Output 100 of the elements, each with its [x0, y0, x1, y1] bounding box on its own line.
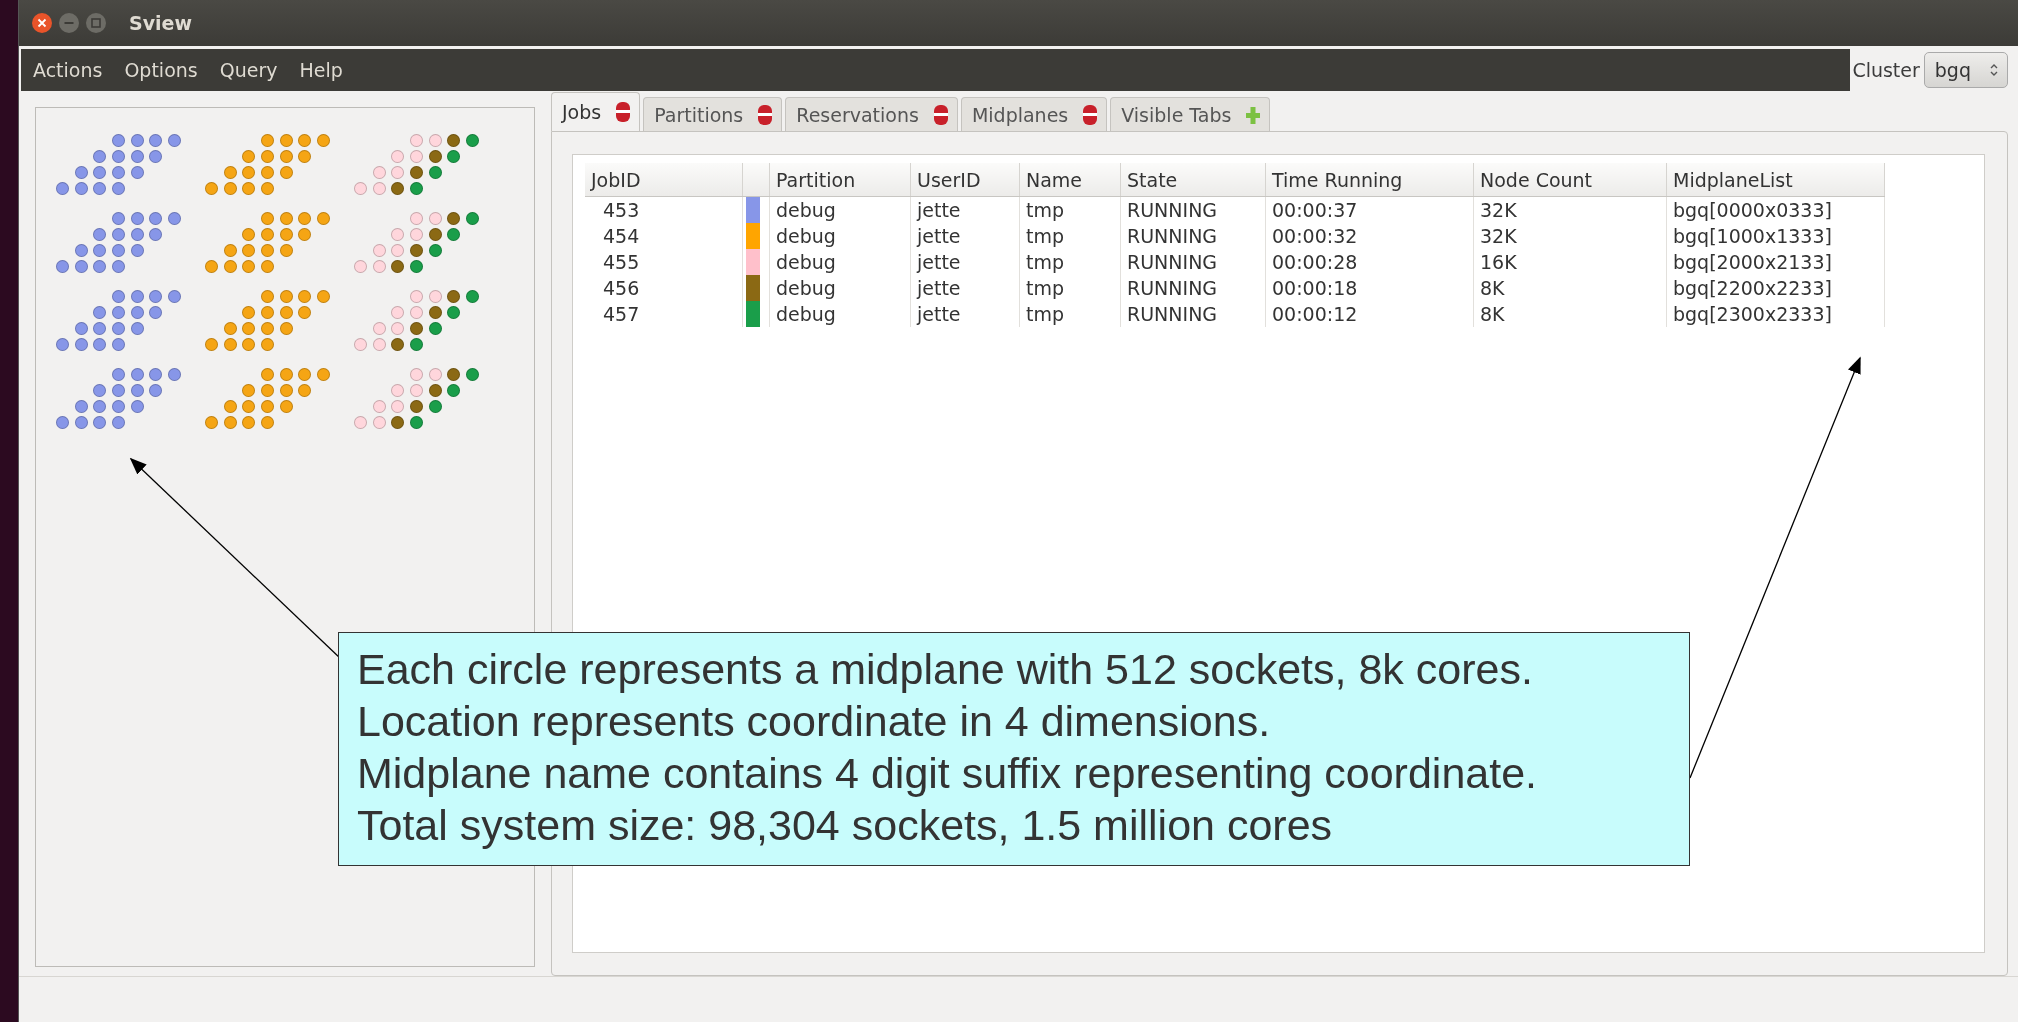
midplane-dot[interactable] [74, 260, 88, 273]
midplane-dot[interactable] [391, 384, 405, 397]
midplane-dot[interactable] [410, 384, 424, 397]
midplane-dot[interactable] [130, 166, 144, 179]
midplane-dot[interactable] [74, 416, 88, 429]
midplane-dot[interactable] [112, 416, 126, 429]
midplane-dot[interactable] [149, 306, 163, 319]
midplane-dot[interactable] [261, 338, 275, 351]
midplane-dot[interactable] [447, 212, 461, 225]
midplane-dot[interactable] [391, 166, 405, 179]
midplane-dot[interactable] [410, 212, 424, 225]
midplane-dot[interactable] [112, 182, 126, 195]
midplane-dot[interactable] [391, 150, 405, 163]
midplane-dot[interactable] [298, 150, 312, 163]
midplane-dot[interactable] [261, 182, 275, 195]
midplane-dot[interactable] [372, 166, 386, 179]
midplane-dot[interactable] [223, 338, 237, 351]
midplane-dot[interactable] [410, 322, 424, 335]
midplane-dot[interactable] [410, 290, 424, 303]
midplane-dot[interactable] [112, 338, 126, 351]
midplane-dot[interactable] [279, 150, 293, 163]
midplane-dot[interactable] [428, 322, 442, 335]
midplane-dot[interactable] [261, 384, 275, 397]
midplane-dot[interactable] [261, 306, 275, 319]
midplane-dot[interactable] [130, 306, 144, 319]
midplane-dot[interactable] [93, 400, 107, 413]
column-header[interactable]: JobID [585, 163, 743, 197]
midplane-dot[interactable] [149, 212, 163, 225]
midplane-dot[interactable] [130, 368, 144, 381]
midplane-dot[interactable] [410, 134, 424, 147]
midplane-dot[interactable] [242, 228, 256, 241]
tab[interactable]: Partitions [643, 97, 783, 131]
midplane-dot[interactable] [298, 134, 312, 147]
midplane-dot[interactable] [112, 228, 126, 241]
midplane-dot[interactable] [391, 400, 405, 413]
midplane-dot[interactable] [261, 260, 275, 273]
midplane-dot[interactable] [93, 322, 107, 335]
midplane-dot[interactable] [391, 260, 405, 273]
midplane-dot[interactable] [428, 212, 442, 225]
midplane-dot[interactable] [279, 384, 293, 397]
midplane-dot[interactable] [74, 166, 88, 179]
menu-item[interactable]: Options [124, 59, 198, 81]
cluster-dropdown[interactable]: bgq [1923, 52, 2008, 88]
midplane-dot[interactable] [279, 166, 293, 179]
midplane-dot[interactable] [466, 134, 480, 147]
midplane-dot[interactable] [428, 306, 442, 319]
midplane-dot[interactable] [372, 338, 386, 351]
midplane-dot[interactable] [261, 322, 275, 335]
midplane-dot[interactable] [93, 166, 107, 179]
midplane-dot[interactable] [112, 244, 126, 257]
column-header[interactable]: Name [1019, 163, 1121, 197]
midplane-dot[interactable] [149, 150, 163, 163]
tab[interactable]: Jobs [551, 92, 641, 131]
midplane-dot[interactable] [391, 228, 405, 241]
midplane-dot[interactable] [372, 322, 386, 335]
midplane-dot[interactable] [317, 134, 331, 147]
midplane-dot[interactable] [112, 290, 126, 303]
midplane-dot[interactable] [279, 212, 293, 225]
midplane-dot[interactable] [391, 416, 405, 429]
midplane-dot[interactable] [391, 322, 405, 335]
midplane-dot[interactable] [223, 260, 237, 273]
midplane-dot[interactable] [428, 244, 442, 257]
midplane-dot[interactable] [466, 290, 480, 303]
midplane-dot[interactable] [223, 182, 237, 195]
midplane-dot[interactable] [261, 416, 275, 429]
midplane-dot[interactable] [261, 134, 275, 147]
midplane-dot[interactable] [242, 384, 256, 397]
midplane-dot[interactable] [410, 166, 424, 179]
midplane-dot[interactable] [74, 244, 88, 257]
cylinder-icon[interactable] [757, 103, 774, 126]
tab[interactable]: Midplanes [960, 97, 1108, 131]
midplane-dot[interactable] [74, 182, 88, 195]
midplane-dot[interactable] [223, 400, 237, 413]
midplane-dot[interactable] [447, 384, 461, 397]
midplane-dot[interactable] [261, 150, 275, 163]
midplane-dot[interactable] [56, 182, 69, 195]
midplane-dot[interactable] [279, 290, 293, 303]
midplane-dot[interactable] [261, 400, 275, 413]
midplane-dot[interactable] [391, 338, 405, 351]
midplane-dot[interactable] [410, 228, 424, 241]
midplane-dot[interactable] [130, 384, 144, 397]
midplane-dot[interactable] [447, 306, 461, 319]
midplane-dot[interactable] [428, 228, 442, 241]
midplane-dot[interactable] [242, 338, 256, 351]
midplane-dot[interactable] [223, 166, 237, 179]
midplane-dot[interactable] [261, 290, 275, 303]
midplane-dot[interactable] [130, 134, 144, 147]
midplane-dot[interactable] [168, 368, 182, 381]
midplane-dot[interactable] [372, 260, 386, 273]
midplane-dot[interactable] [205, 416, 218, 429]
midplane-dot[interactable] [168, 212, 182, 225]
midplane-dot[interactable] [223, 322, 237, 335]
midplane-dot[interactable] [149, 368, 163, 381]
midplane-dot[interactable] [354, 338, 367, 351]
midplane-dot[interactable] [205, 182, 218, 195]
midplane-dot[interactable] [149, 134, 163, 147]
midplane-dot[interactable] [466, 212, 480, 225]
midplane-dot[interactable] [410, 368, 424, 381]
midplane-dot[interactable] [242, 306, 256, 319]
midplane-dot[interactable] [428, 134, 442, 147]
